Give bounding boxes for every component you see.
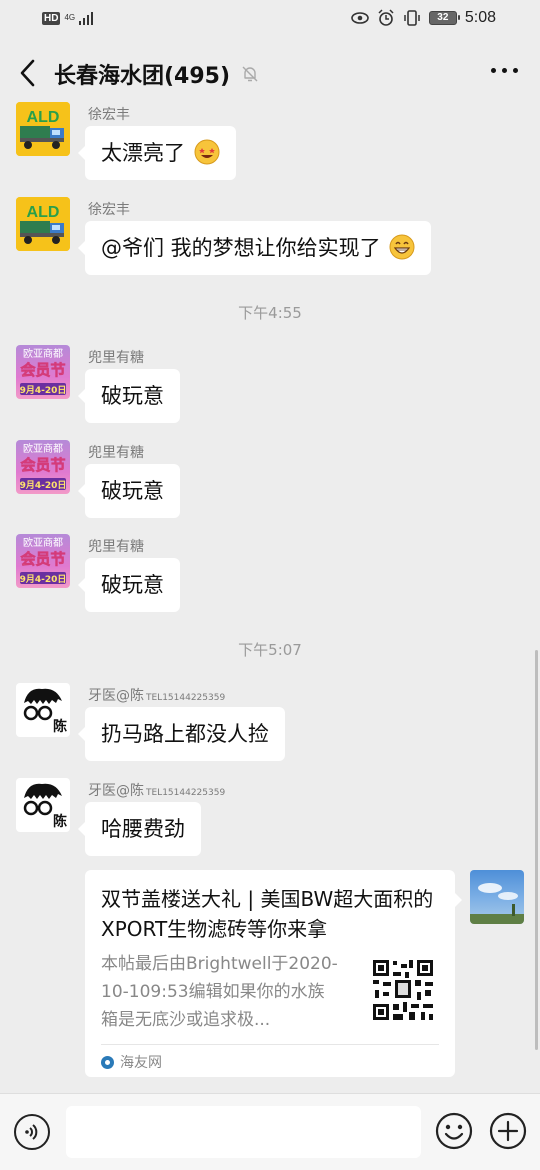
truck-icon: ALD bbox=[16, 197, 70, 251]
voice-button[interactable] bbox=[14, 1114, 50, 1150]
timestamp: 下午4:55 bbox=[238, 304, 302, 322]
sender-name-text: 牙医@陈 bbox=[88, 783, 144, 799]
eye-icon bbox=[351, 12, 369, 24]
plus-circle-icon bbox=[489, 1112, 527, 1150]
message-bubble[interactable]: 破玩意 bbox=[78, 558, 180, 612]
face-tag-text: 陈 bbox=[53, 813, 67, 830]
link-card[interactable]: 双节盖楼送大礼 | 美国BW超大面积的XPORT生物滤砖等你来拿 本帖最后由Br… bbox=[85, 870, 462, 1077]
network-type: 4G bbox=[64, 13, 76, 22]
ald-truck-avatar[interactable]: ALD bbox=[16, 102, 70, 156]
chat-title-wrap: 长春海水团(495) bbox=[54, 58, 260, 90]
message-bubble[interactable]: 破玩意 bbox=[78, 464, 180, 518]
more-functions-button[interactable] bbox=[489, 1112, 527, 1150]
message-text: 太漂亮了 bbox=[101, 141, 185, 165]
bell-off-icon bbox=[242, 66, 258, 82]
shop-text-3: 9月4-20日 bbox=[20, 574, 67, 585]
grinning-emoji bbox=[389, 234, 415, 260]
link-card-title: 双节盖楼送大礼 | 美国BW超大面积的XPORT生物滤砖等你来拿 bbox=[101, 887, 434, 941]
shop-text-3: 9月4-20日 bbox=[20, 385, 67, 396]
clock: 5:08 bbox=[464, 9, 496, 26]
message-bubble[interactable]: 扔马路上都没人捡 bbox=[78, 707, 285, 761]
face-tag-text: 陈 bbox=[53, 718, 67, 735]
smile-icon bbox=[435, 1112, 473, 1150]
hd-badge: HD bbox=[42, 11, 61, 25]
face-drawing: 陈 bbox=[23, 688, 67, 735]
voice-icon bbox=[25, 1124, 38, 1140]
shop-text-2: 会员节 bbox=[20, 361, 65, 379]
timestamp: 下午5:07 bbox=[238, 641, 302, 659]
shop-text-2: 会员节 bbox=[20, 550, 65, 568]
message-text: @爷们 我的梦想让你给实现了 bbox=[101, 236, 381, 260]
more-dot bbox=[502, 68, 507, 73]
chat-title: 长春海水团(495) bbox=[54, 64, 231, 89]
face-drawing: 陈 bbox=[23, 783, 67, 830]
festival-badge: 欧亚商都 会员节 9月4-20日 bbox=[20, 442, 67, 491]
glasses-face-avatar[interactable]: 陈 bbox=[16, 778, 70, 832]
message-text: 破玩意 bbox=[101, 384, 164, 408]
member-festival-avatar[interactable]: 欧亚商都 会员节 9月4-20日 bbox=[16, 440, 70, 494]
message-text: 破玩意 bbox=[101, 479, 164, 503]
vibrate-icon bbox=[404, 10, 420, 26]
message-bubble[interactable]: 哈腰费劲 bbox=[78, 802, 201, 856]
more-dot bbox=[513, 68, 518, 73]
sky-photo bbox=[470, 883, 524, 924]
alarm-icon bbox=[378, 9, 394, 26]
glasses-face-avatar[interactable]: 陈 bbox=[16, 683, 70, 737]
chevron-left-icon bbox=[20, 59, 35, 87]
star-struck-emoji bbox=[194, 139, 220, 165]
source-logo-icon bbox=[101, 1055, 114, 1069]
emoji-button[interactable] bbox=[435, 1112, 473, 1150]
shop-text-3: 9月4-20日 bbox=[20, 480, 67, 491]
message-text: 扔马路上都没人捡 bbox=[101, 722, 269, 746]
sender-name-text: 牙医@陈 bbox=[88, 688, 144, 704]
signal-icon bbox=[79, 11, 94, 25]
message-text: 哈腰费劲 bbox=[101, 817, 185, 841]
sender-name: 牙医@陈 TEL15144225359 bbox=[88, 685, 225, 705]
shop-text-1: 欧亚商都 bbox=[23, 536, 63, 549]
chat-header: 长春海水团(495) bbox=[0, 42, 540, 104]
message-bubble[interactable]: 太漂亮了 bbox=[78, 126, 236, 180]
festival-badge: 欧亚商都 会员节 9月4-20日 bbox=[20, 347, 67, 396]
shop-text-1: 欧亚商都 bbox=[23, 442, 63, 455]
member-festival-avatar[interactable]: 欧亚商都 会员节 9月4-20日 bbox=[16, 534, 70, 588]
festival-badge: 欧亚商都 会员节 9月4-20日 bbox=[20, 536, 67, 585]
sky-photo-avatar[interactable] bbox=[470, 870, 524, 924]
ald-truck-avatar[interactable]: ALD bbox=[16, 197, 70, 251]
link-card-source-name: 海友网 bbox=[120, 1055, 162, 1071]
status-left: HD 4G bbox=[42, 11, 94, 25]
sender-name: 兜里有糖 bbox=[88, 539, 144, 555]
battery-indicator: 32 bbox=[428, 11, 460, 25]
shop-text-2: 会员节 bbox=[20, 456, 65, 474]
sender-name: 徐宏丰 bbox=[88, 202, 130, 218]
more-options-button[interactable] bbox=[491, 68, 518, 73]
sender-phone: TEL15144225359 bbox=[146, 788, 226, 798]
sender-phone: TEL15144225359 bbox=[146, 693, 226, 703]
shop-text-1: 欧亚商都 bbox=[23, 347, 63, 360]
message-bubble[interactable]: @爷们 我的梦想让你给实现了 bbox=[77, 221, 432, 275]
sender-name: 兜里有糖 bbox=[88, 350, 144, 366]
ald-logo-text: ALD bbox=[27, 204, 60, 221]
status-right: 32 5:08 bbox=[351, 9, 496, 27]
sender-name: 牙医@陈 TEL15144225359 bbox=[88, 780, 225, 800]
input-bar bbox=[0, 1093, 540, 1170]
link-card-source: 海友网 bbox=[101, 1052, 162, 1072]
more-dots-icon bbox=[491, 68, 496, 73]
message-text: 破玩意 bbox=[101, 573, 164, 597]
message-bubble[interactable]: 破玩意 bbox=[78, 369, 180, 423]
status-bar: HD 4G 32 5:08 bbox=[0, 0, 540, 40]
scrollbar[interactable] bbox=[535, 650, 538, 1050]
sender-name: 徐宏丰 bbox=[88, 107, 130, 123]
member-festival-avatar[interactable]: 欧亚商都 会员节 9月4-20日 bbox=[16, 345, 70, 399]
sender-name: 兜里有糖 bbox=[88, 445, 144, 461]
ald-logo-text: ALD bbox=[27, 109, 60, 126]
link-card-divider bbox=[101, 1044, 439, 1045]
qr-code-icon bbox=[371, 958, 435, 1022]
truck-icon: ALD bbox=[16, 102, 70, 156]
message-input[interactable] bbox=[66, 1106, 421, 1158]
link-card-description: 本帖最后由Brightwell于2020-10-109:53编辑如果你的水族箱是… bbox=[101, 954, 338, 1030]
back-button[interactable] bbox=[14, 56, 44, 90]
